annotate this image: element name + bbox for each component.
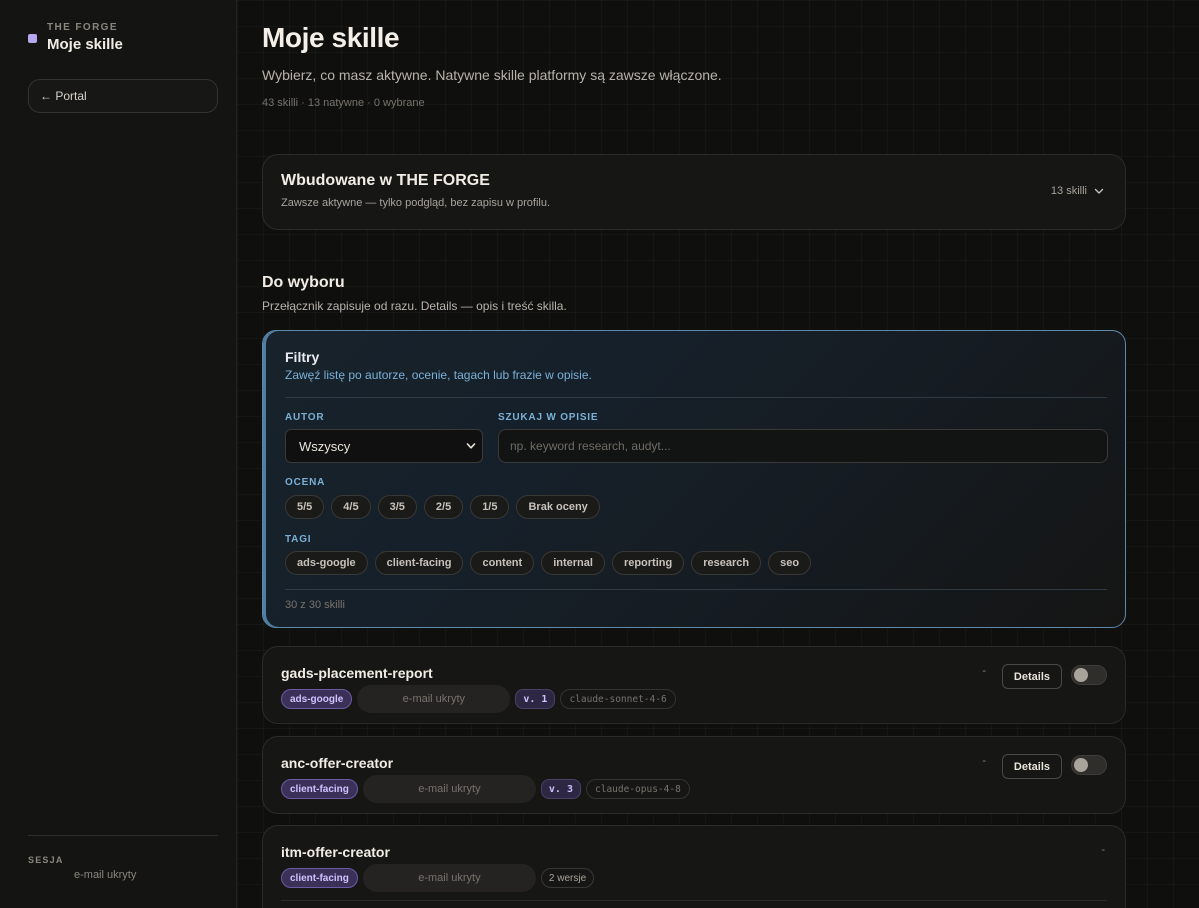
skill-card: gads-placement-report ads-google e-mail … [262, 646, 1126, 724]
skill-rating: - [982, 755, 986, 767]
tag-chip-seo[interactable]: seo [768, 551, 812, 575]
page-title: Moje skille [262, 22, 400, 53]
rating-chip-1[interactable]: 1/5 [470, 495, 510, 519]
skill-tag: client-facing [281, 868, 358, 888]
choice-section-subtitle: Przełącznik zapisuje od razu. Details — … [262, 299, 567, 313]
tag-chip-internal[interactable]: internal [541, 551, 605, 575]
author-label: AUTOR [285, 412, 325, 423]
skill-meta-row: client-facing e-mail ukryty v. 3 claude-… [281, 775, 690, 803]
rating-chip-3[interactable]: 3/5 [377, 495, 417, 519]
builtin-subtitle: Zawsze aktywne — tylko podgląd, bez zapi… [281, 197, 551, 209]
brand-square-icon [28, 34, 37, 43]
portal-button[interactable]: ← Portal [28, 79, 218, 113]
tag-chips: ads-google client-facing content interna… [285, 551, 812, 575]
skill-name: gads-placement-report [281, 665, 433, 681]
brand-title: Moje skille [47, 36, 123, 53]
filters-divider [285, 397, 1107, 398]
skill-name: itm-offer-creator [281, 844, 390, 860]
skill-rating: - [982, 665, 986, 677]
skill-author: e-mail ukryty [357, 685, 511, 713]
chevron-down-icon[interactable] [1093, 185, 1105, 197]
rating-chip-4[interactable]: 4/5 [331, 495, 371, 519]
skill-version: v. 1 [515, 689, 556, 709]
rating-chip-2[interactable]: 2/5 [423, 495, 464, 519]
rating-chips: 5/5 4/5 3/5 2/5 1/5 Brak oceny [285, 495, 600, 519]
filters-subtitle: Zawęź listę po autorze, ocenie, tagach l… [285, 368, 592, 382]
tags-label: TAGI [285, 534, 312, 545]
filters-result-count: 30 z 30 skilli [285, 599, 345, 611]
details-button[interactable]: Details [1001, 754, 1062, 779]
chevron-down-icon [466, 443, 476, 449]
author-select[interactable]: Wszyscy [285, 429, 483, 463]
builtin-skills-panel[interactable]: Wbudowane w THE FORGE Zawsze aktywne — t… [262, 154, 1126, 230]
skill-name: anc-offer-creator [281, 755, 394, 771]
search-label: SZUKAJ W OPISIE [498, 412, 599, 423]
main-content: Moje skille Wybierz, co masz aktywne. Na… [237, 0, 1199, 908]
choice-section-title: Do wyboru [262, 274, 345, 291]
session-label: SESJA [28, 855, 64, 865]
brand-kicker: THE FORGE [47, 22, 118, 33]
builtin-title: Wbudowane w THE FORGE [281, 172, 490, 189]
skill-rating: - [1101, 844, 1105, 856]
tag-chip-reporting[interactable]: reporting [611, 551, 685, 575]
skill-tag: ads-google [281, 689, 353, 709]
author-select-value: Wszyscy [299, 438, 351, 454]
skill-version: v. 3 [540, 779, 581, 799]
skill-meta-row: ads-google e-mail ukryty v. 1 claude-son… [281, 685, 676, 713]
filters-footer-divider [285, 589, 1107, 590]
sidebar: THE FORGE Moje skille ← Portal SESJA e-m… [0, 0, 237, 908]
skill-tag: client-facing [281, 779, 358, 799]
skill-toggle[interactable] [1071, 755, 1107, 775]
brand: THE FORGE Moje skille [28, 22, 123, 53]
tag-chip-client-facing[interactable]: client-facing [374, 551, 464, 575]
skill-author: e-mail ukryty [362, 864, 536, 892]
skill-meta-row: client-facing e-mail ukryty 2 wersje [281, 864, 595, 892]
skill-card: itm-offer-creator client-facing e-mail u… [262, 825, 1126, 908]
tag-chip-content[interactable]: content [470, 551, 535, 575]
rating-chip-5[interactable]: 5/5 [285, 495, 325, 519]
skill-toggle[interactable] [1071, 665, 1107, 685]
skill-model: claude-opus-4-8 [586, 779, 690, 799]
page-meta: 43 skilli · 13 natywne · 0 wybrane [262, 97, 425, 109]
tag-chip-ads-google[interactable]: ads-google [285, 551, 368, 575]
session-email: e-mail ukryty [74, 869, 137, 881]
filters-panel: Filtry Zawęź listę po autorze, ocenie, t… [262, 330, 1126, 628]
details-button[interactable]: Details [1001, 664, 1062, 689]
skill-card: anc-offer-creator client-facing e-mail u… [262, 736, 1126, 814]
skill-model: claude-sonnet-4-6 [560, 689, 676, 709]
rating-chip-none[interactable]: Brak oceny [516, 495, 600, 519]
skill-author: e-mail ukryty [362, 775, 536, 803]
description-search-input[interactable] [498, 429, 1108, 463]
tag-chip-research[interactable]: research [691, 551, 762, 575]
skill-divider [281, 900, 1107, 901]
filters-title: Filtry [285, 349, 320, 365]
skill-versions: 2 wersje [540, 868, 595, 888]
page-subtitle: Wybierz, co masz aktywne. Natywne skille… [262, 67, 722, 83]
rating-label: OCENA [285, 477, 326, 488]
sidebar-divider [28, 835, 218, 836]
builtin-count: 13 skilli [1050, 185, 1087, 197]
